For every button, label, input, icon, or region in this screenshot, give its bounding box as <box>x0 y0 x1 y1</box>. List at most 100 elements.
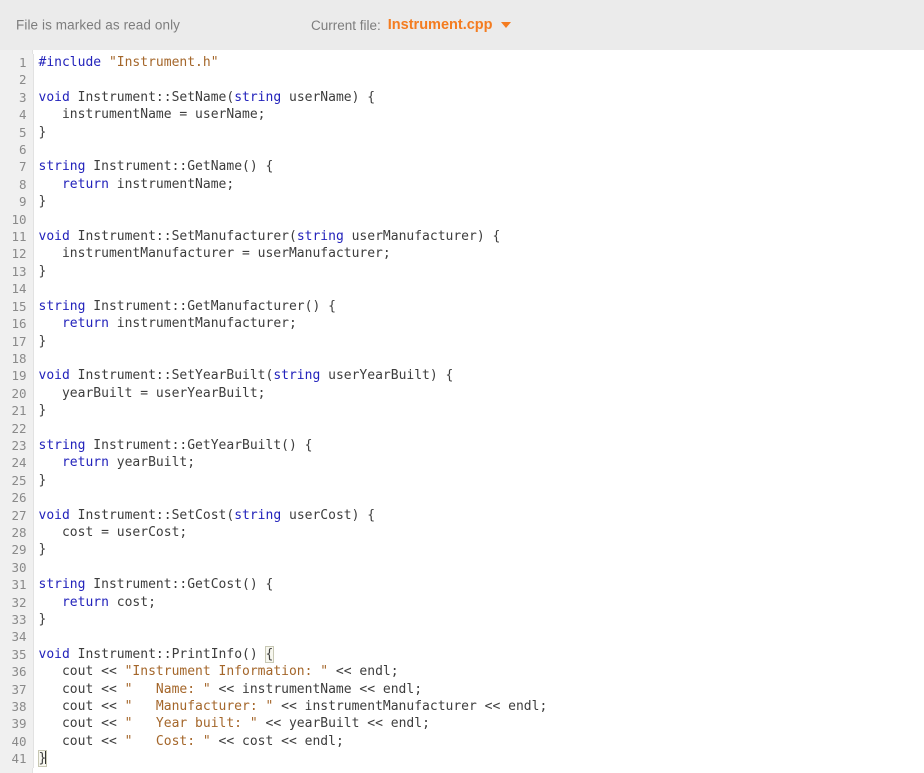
code-line: 34 <box>0 628 924 646</box>
code-line: 18 <box>0 349 924 368</box>
code-line-text[interactable]: cout << " Manufacturer: " << instrumentM… <box>33 698 924 715</box>
code-line: 13} <box>0 262 924 281</box>
code-line-text[interactable]: #include "Instrument.h" <box>33 54 924 71</box>
code-line: 31 string Instrument::GetCost() { <box>0 576 924 594</box>
code-editor[interactable]: 1 #include "Instrument.h" 2 3 void Instrume… <box>0 50 924 773</box>
code-line-text[interactable]: void Instrument::SetName(string userName… <box>33 89 924 106</box>
code-line-text[interactable]: } <box>33 541 924 558</box>
line-number: 38 <box>0 698 34 716</box>
code-line: 37 cout << " Name: " << instrumentName <… <box>0 680 924 699</box>
code-line-text[interactable]: void Instrument::SetCost(string userCost… <box>33 507 924 524</box>
code-line-text[interactable]: cout << "Instrument Information: " << en… <box>33 663 924 680</box>
code-line-text[interactable]: instrumentName = userName; <box>33 106 924 123</box>
line-number: 27 <box>0 506 34 524</box>
current-file-label: Current file: <box>311 17 381 33</box>
code-line-text[interactable]: } <box>33 263 924 280</box>
code-line: 26 <box>0 489 924 507</box>
code-line-text[interactable]: cout << " Cost: " << cost << endl; <box>33 733 924 750</box>
code-line-text[interactable] <box>33 420 924 437</box>
code-line: 41} <box>0 750 924 768</box>
code-line-text[interactable]: yearBuilt = userYearBuilt; <box>33 385 924 402</box>
line-number: 6 <box>0 141 34 159</box>
line-number: 24 <box>0 454 34 472</box>
code-line: 5} <box>0 123 924 142</box>
code-line-text[interactable] <box>33 71 924 88</box>
code-line: 12 instrumentManufacturer = userManufact… <box>0 245 924 263</box>
line-number: 16 <box>0 315 34 333</box>
current-file-name[interactable]: Instrument.cpp <box>388 17 493 33</box>
code-line: 3 void Instrument::SetName(string userNam… <box>0 88 924 107</box>
line-number: 8 <box>0 175 34 194</box>
code-line-text[interactable] <box>33 559 924 576</box>
code-line-text[interactable] <box>33 350 924 367</box>
line-number: 30 <box>0 558 34 577</box>
code-line-text[interactable]: string Instrument::GetName() { <box>33 158 924 175</box>
line-number: 25 <box>0 471 34 490</box>
code-line: 35 void Instrument::PrintInfo() { <box>0 645 924 664</box>
line-number: 2 <box>0 71 34 89</box>
code-line: 24 return yearBuilt; <box>0 454 924 472</box>
code-line-text[interactable]: string Instrument::GetManufacturer() { <box>33 298 924 315</box>
code-line: 20 yearBuilt = userYearBuilt; <box>0 384 924 403</box>
line-number: 18 <box>0 349 34 368</box>
code-line-text[interactable]: void Instrument::SetManufacturer(string … <box>33 228 924 245</box>
line-number: 29 <box>0 541 34 559</box>
code-line: 28 cost = userCost; <box>0 523 924 542</box>
editor-header-bar: File is marked as read only Current file… <box>0 0 924 50</box>
code-line-text[interactable]: cout << " Year built: " << yearBuilt << … <box>33 715 924 732</box>
line-number: 20 <box>0 384 34 403</box>
code-line-text[interactable]: void Instrument::PrintInfo() { <box>33 645 924 663</box>
code-line-text[interactable]: } <box>33 750 924 768</box>
code-line-text[interactable] <box>33 280 924 297</box>
line-number: 10 <box>0 210 34 229</box>
code-line: 39 cout << " Year built: " << yearBuilt … <box>0 715 924 733</box>
code-line-text[interactable]: } <box>33 611 924 628</box>
chevron-down-icon[interactable] <box>500 22 511 28</box>
code-line: 9} <box>0 193 924 211</box>
code-line-text[interactable]: } <box>33 333 924 350</box>
code-line-text[interactable]: } <box>33 472 924 489</box>
code-line-text[interactable]: string Instrument::GetYearBuilt() { <box>33 437 924 454</box>
current-file-selector[interactable]: Current file: Instrument.cpp <box>311 17 511 33</box>
code-line-text[interactable]: } <box>33 402 924 419</box>
code-line-text[interactable]: } <box>33 124 924 141</box>
code-lines: 1 #include "Instrument.h" 2 3 void Instrume… <box>0 54 924 768</box>
line-number: 39 <box>0 715 34 733</box>
code-line-text[interactable]: instrumentManufacturer = userManufacture… <box>33 245 924 262</box>
code-line: 33} <box>0 611 924 629</box>
code-scroll-area[interactable]: 1 #include "Instrument.h" 2 3 void Instrume… <box>0 50 924 773</box>
code-line: 25} <box>0 471 924 490</box>
line-number: 40 <box>0 732 34 751</box>
code-line-text[interactable] <box>33 628 924 645</box>
code-line: 17} <box>0 332 924 350</box>
code-line-text[interactable]: return cost; <box>33 594 924 611</box>
code-line-text[interactable]: } <box>33 193 924 210</box>
code-line-text[interactable] <box>33 211 924 228</box>
line-number: 28 <box>0 523 34 542</box>
code-line: 29} <box>0 541 924 559</box>
code-line: 21} <box>0 402 924 420</box>
code-line-text[interactable]: return yearBuilt; <box>33 454 924 471</box>
code-line-text[interactable] <box>33 141 924 158</box>
code-line-text[interactable]: string Instrument::GetCost() { <box>33 576 924 593</box>
line-number: 22 <box>0 419 34 437</box>
line-number: 23 <box>0 436 34 455</box>
readonly-notice: File is marked as read only <box>16 17 181 33</box>
line-number: 5 <box>0 123 34 142</box>
code-line-text[interactable]: cout << " Name: " << instrumentName << e… <box>33 681 924 698</box>
line-number: 7 <box>0 158 34 176</box>
code-line: 22 <box>0 419 924 437</box>
code-line: 6 <box>0 141 924 159</box>
code-line: 32 return cost; <box>0 593 924 611</box>
code-line-text[interactable]: cost = userCost; <box>33 524 924 541</box>
line-number: 31 <box>0 576 34 594</box>
code-line-text[interactable]: return instrumentManufacturer; <box>33 315 924 332</box>
line-number: 1 <box>0 54 34 72</box>
line-number: 41 <box>0 750 34 768</box>
code-line-text[interactable] <box>33 489 924 506</box>
code-line: 4 instrumentName = userName; <box>0 106 924 124</box>
code-line-text[interactable]: return instrumentName; <box>33 176 924 193</box>
code-line-text[interactable]: void Instrument::SetYearBuilt(string use… <box>33 367 924 384</box>
line-number: 17 <box>0 332 34 350</box>
code-line: 19 void Instrument::SetYearBuilt(string u… <box>0 367 924 385</box>
